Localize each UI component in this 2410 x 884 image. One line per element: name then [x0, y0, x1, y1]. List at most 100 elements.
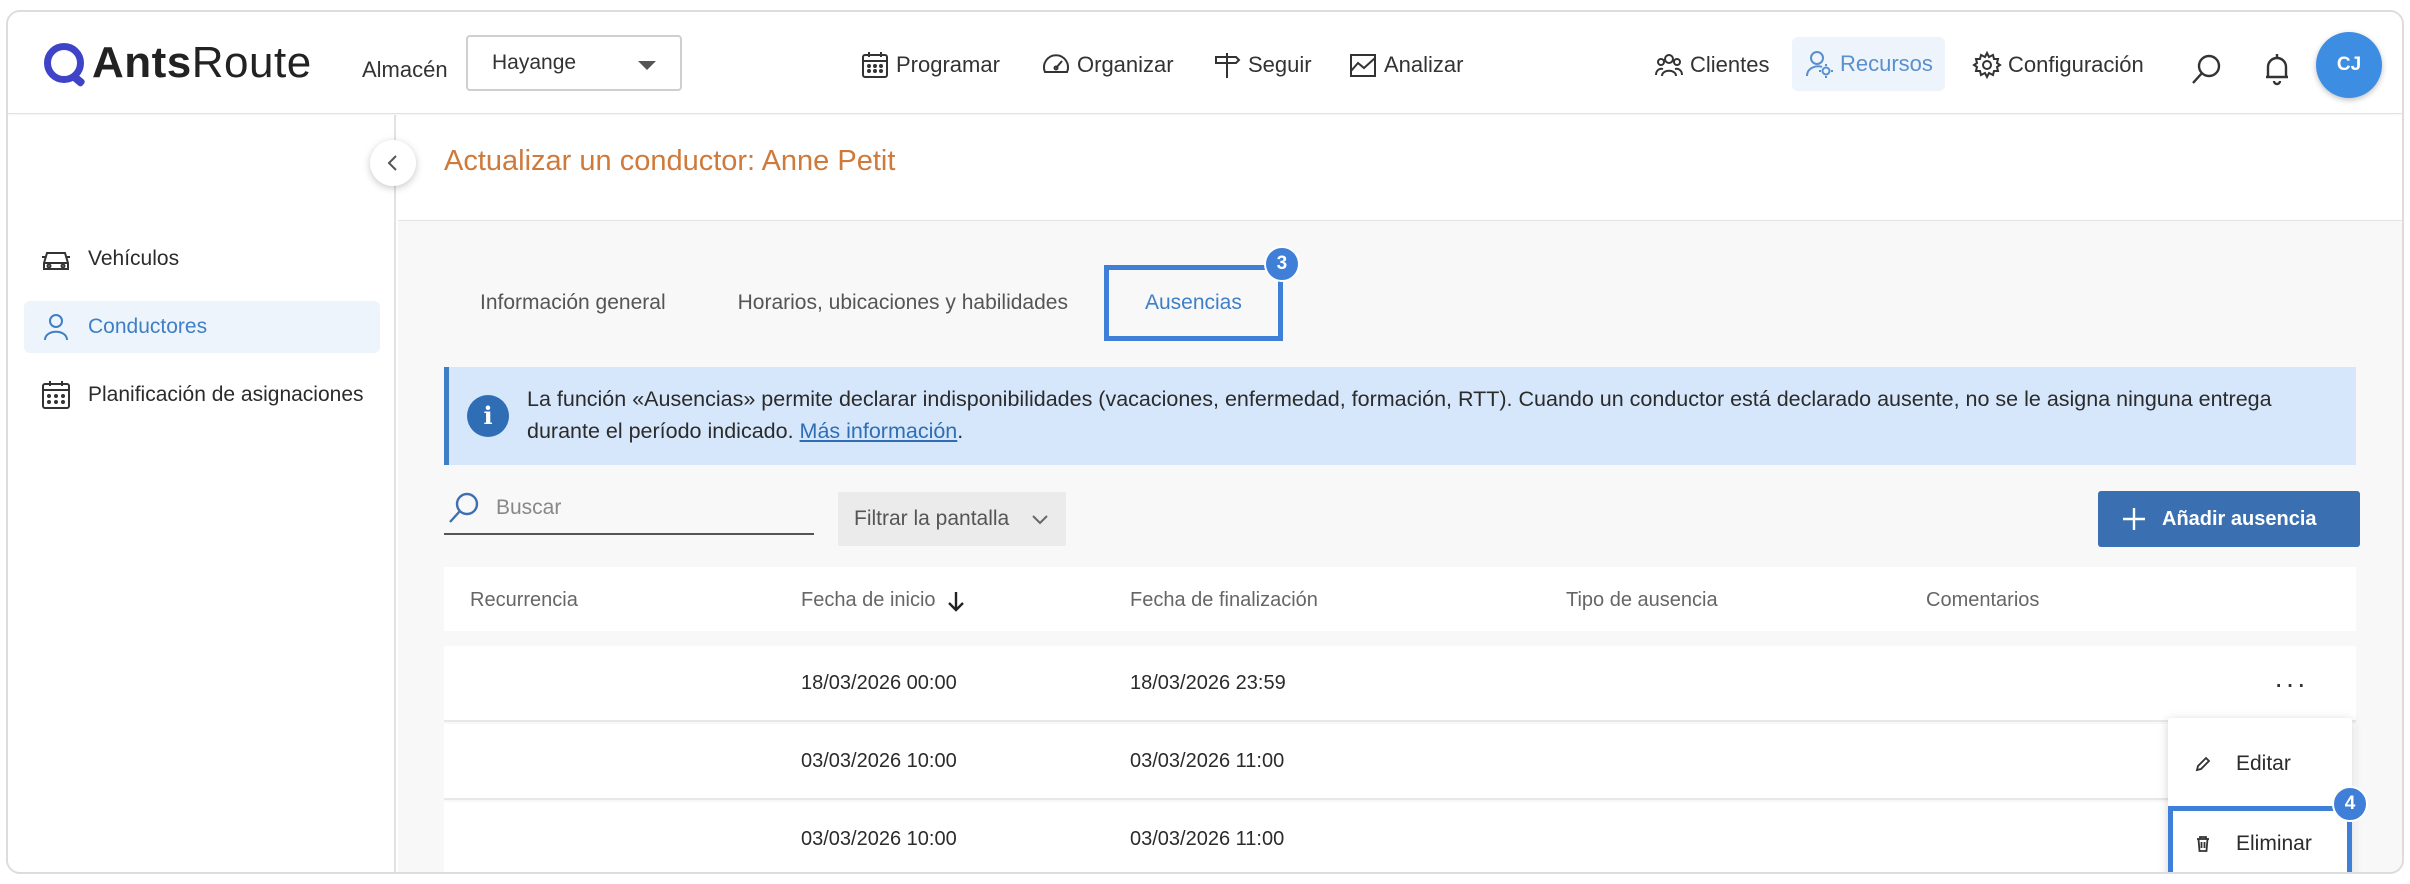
filter-dropdown[interactable]: Filtrar la pantalla	[838, 492, 1066, 546]
search-icon	[449, 492, 479, 523]
sidebar-item-drivers[interactable]: Conductores	[24, 301, 380, 353]
resources-icon	[1806, 51, 1833, 78]
info-end: .	[957, 419, 964, 443]
page-header: Actualizar un conductor: Anne Petit	[398, 115, 2402, 221]
column-header-end-date[interactable]: Fecha de finalización	[1130, 589, 1318, 612]
search-input[interactable]	[496, 496, 796, 520]
nav-clients-label: Clientes	[1690, 52, 1770, 77]
tab-general-info[interactable]: Información general	[444, 265, 702, 341]
tab-absences-label: Ausencias	[1144, 291, 1242, 314]
column-header-label: Recurrencia	[470, 589, 578, 611]
collapse-sidebar-button[interactable]	[370, 140, 416, 186]
edit-menu-item[interactable]: Editar	[2168, 726, 2352, 802]
main-content: Actualizar un conductor: Anne Petit Info…	[398, 115, 2402, 872]
column-header-label: Fecha de inicio	[801, 589, 936, 611]
nav-analyze-label: Analizar	[1384, 52, 1464, 77]
cell-end-date: 03/03/2026 11:00	[1130, 828, 1285, 850]
row-actions-menu: Editar Eliminar 4	[2168, 718, 2368, 872]
chevron-left-icon	[387, 155, 397, 171]
chevron-down-icon	[638, 61, 656, 70]
nav-schedule[interactable]: Programar	[860, 48, 1000, 82]
app-window: AntsRoute Almacén Hayange Programar Orga…	[6, 10, 2404, 874]
plus-icon	[2123, 508, 2145, 530]
brand-name-bold: Ants	[92, 38, 192, 87]
info-text: La función «Ausencias» permite declarar …	[527, 387, 2272, 443]
nav-organize[interactable]: Organizar	[1041, 48, 1174, 82]
info-text-block: La función «Ausencias» permite declarar …	[527, 383, 2316, 447]
delete-label: Eliminar	[2236, 832, 2312, 855]
top-bar: AntsRoute Almacén Hayange Programar Orga…	[8, 12, 2402, 114]
add-absence-label: Añadir ausencia	[2162, 507, 2317, 530]
avatar[interactable]: CJ	[2316, 32, 2382, 98]
column-header-label: Comentarios	[1926, 589, 2040, 611]
column-header-comments[interactable]: Comentarios	[1926, 589, 2039, 612]
warehouse-select[interactable]: Hayange	[466, 35, 682, 91]
add-absence-button[interactable]: Añadir ausencia	[2098, 491, 2360, 547]
car-icon	[42, 252, 70, 270]
chevron-down-icon	[1032, 515, 1048, 525]
user-icon	[44, 314, 68, 341]
logo-mark-icon	[44, 43, 84, 83]
gauge-icon	[1043, 54, 1069, 73]
nav-resources[interactable]: Recursos	[1792, 37, 1945, 91]
delete-menu-item[interactable]: Eliminar	[2168, 806, 2352, 872]
more-info-link[interactable]: Más información	[800, 419, 958, 443]
sidebar: Vehículos Conductores Planificación de a…	[8, 115, 396, 872]
cell-end-date: 18/03/2026 23:59	[1130, 672, 1286, 694]
nav-settings-label: Configuración	[2008, 52, 2144, 77]
trash-icon	[2197, 836, 2209, 852]
cell-start-date: 18/03/2026 00:00	[801, 672, 957, 694]
tab-absences[interactable]: Ausencias 3	[1103, 246, 1300, 341]
more-options-icon[interactable]: ···	[2274, 668, 2308, 700]
column-header-label: Fecha de finalización	[1130, 589, 1318, 611]
nav-analyze[interactable]: Analizar	[1348, 48, 1463, 82]
step-badge: 4	[2332, 786, 2368, 822]
bell-icon[interactable]	[2260, 52, 2294, 86]
tab-schedules-locations-skills[interactable]: Horarios, ubicaciones y habilidades	[702, 265, 1104, 341]
column-header-recurrence[interactable]: Recurrencia	[470, 589, 578, 612]
table-row[interactable]: 03/03/2026 10:00 03/03/2026 11:00	[444, 724, 2356, 800]
search-icon[interactable]	[2190, 52, 2224, 86]
sidebar-item-label: Conductores	[88, 315, 208, 338]
signpost-icon	[1215, 53, 1241, 78]
arrow-down-icon	[947, 591, 964, 612]
column-header-absence-type[interactable]: Tipo de ausencia	[1566, 589, 1718, 612]
search-box	[444, 483, 814, 535]
sidebar-item-label: Vehículos	[88, 247, 180, 270]
table-row[interactable]: 03/03/2026 10:00 03/03/2026 11:00	[444, 802, 2356, 872]
column-header-label: Tipo de ausencia	[1566, 589, 1718, 611]
chart-icon	[1350, 54, 1376, 77]
brand-name-light: Route	[191, 38, 312, 87]
clients-icon	[1655, 54, 1683, 77]
antsroute-logo[interactable]: AntsRoute	[44, 38, 312, 88]
cell-end-date: 03/03/2026 11:00	[1130, 750, 1285, 772]
calendar-icon	[42, 381, 70, 409]
pencil-icon	[2195, 756, 2211, 772]
info-banner: i La función «Ausencias» permite declara…	[444, 367, 2356, 465]
nav-schedule-label: Programar	[896, 52, 1000, 77]
calendar-icon	[862, 52, 888, 78]
table-header: Recurrencia Fecha de inicio Fecha de fin…	[444, 567, 2356, 631]
sidebar-item-vehicles[interactable]: Vehículos	[24, 233, 380, 285]
info-icon: i	[467, 395, 509, 437]
table-row[interactable]: 18/03/2026 00:00 18/03/2026 23:59 ···	[444, 646, 2356, 722]
sidebar-item-assignment-planning[interactable]: Planificación de asignaciones	[24, 369, 380, 421]
cell-start-date: 03/03/2026 10:00	[801, 750, 957, 772]
nav-organize-label: Organizar	[1077, 52, 1174, 77]
filter-label: Filtrar la pantalla	[854, 507, 1010, 530]
page-title: Actualizar un conductor: Anne Petit	[444, 145, 896, 177]
nav-settings[interactable]: Configuración	[1972, 48, 2144, 82]
nav-clients[interactable]: Clientes	[1654, 48, 1769, 82]
step-badge: 3	[1263, 246, 1300, 282]
sidebar-item-label: Planificación de asignaciones	[88, 383, 364, 406]
warehouse-value: Hayange	[492, 51, 577, 74]
nav-track[interactable]: Seguir	[1212, 48, 1312, 82]
warehouse-label: Almacén	[362, 57, 448, 82]
column-header-start-date[interactable]: Fecha de inicio	[801, 589, 966, 612]
nav-resources-label: Recursos	[1840, 51, 1933, 76]
edit-label: Editar	[2236, 752, 2291, 775]
nav-track-label: Seguir	[1248, 52, 1312, 77]
gear-icon	[1972, 50, 2002, 80]
tab-bar: Información general Horarios, ubicacione…	[444, 246, 1300, 341]
cell-start-date: 03/03/2026 10:00	[801, 828, 957, 850]
